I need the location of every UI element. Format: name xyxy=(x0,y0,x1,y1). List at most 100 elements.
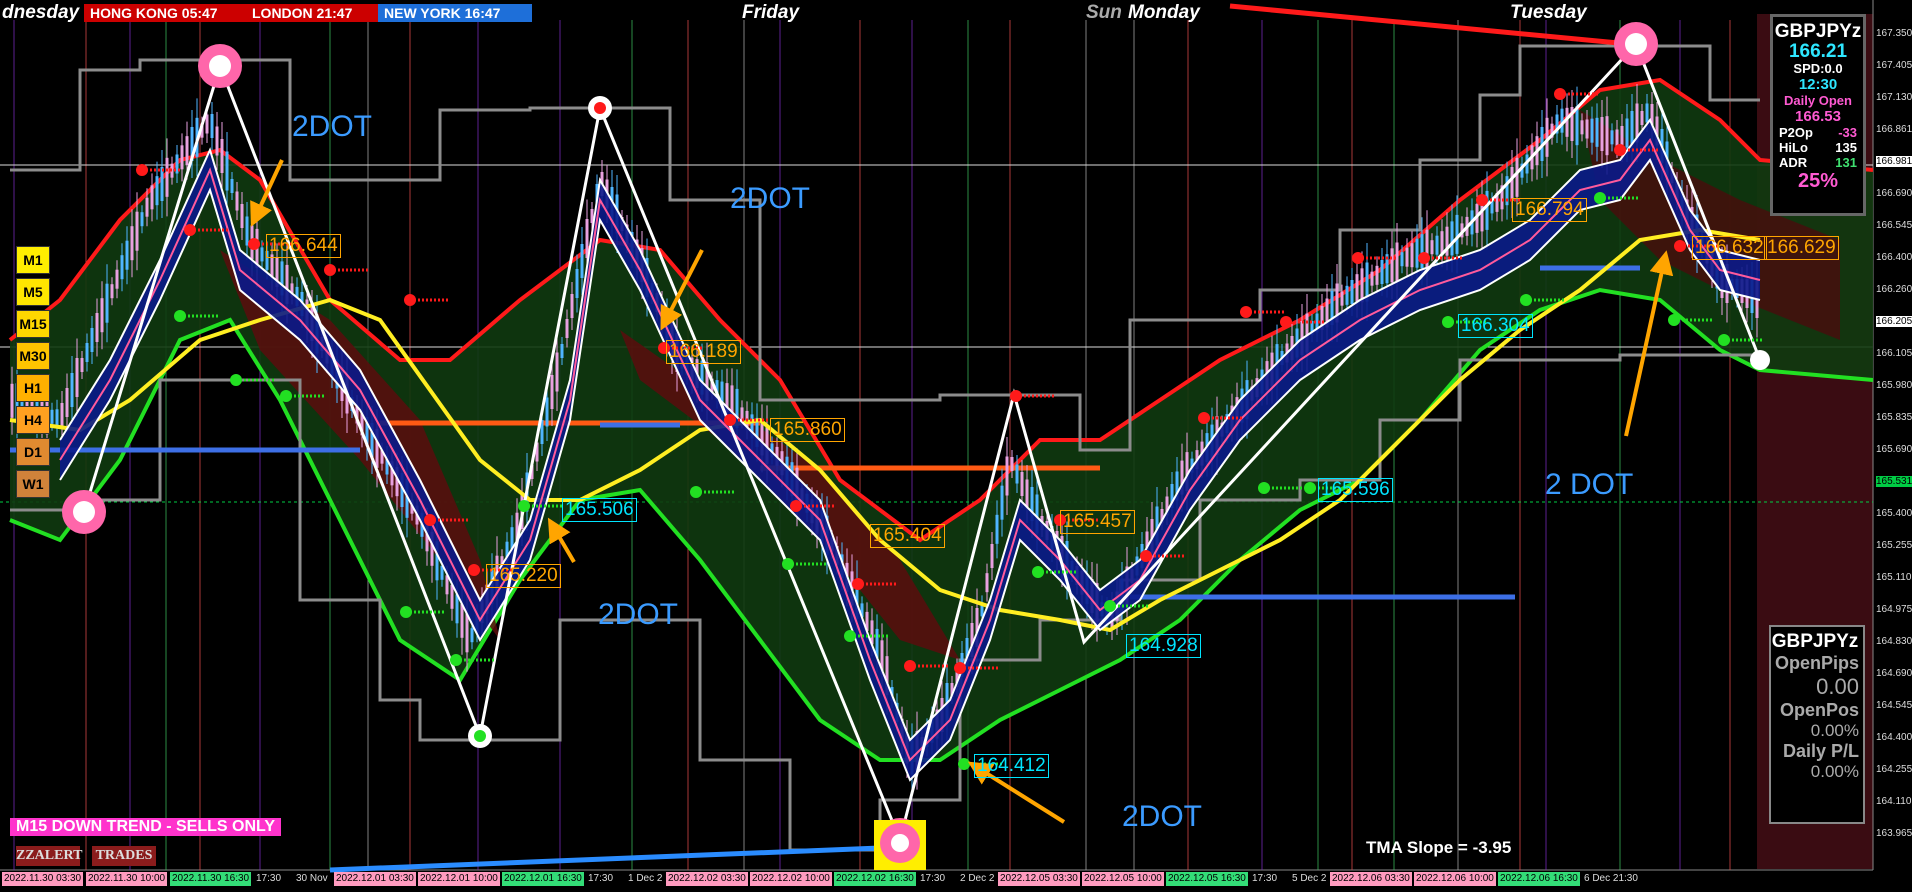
time-tick: 2022.12.01 10:00 xyxy=(418,872,500,886)
time-tick: 2022.12.02 16:30 xyxy=(834,872,916,886)
clock-hong-kong: HONG KONG 05:47 xyxy=(84,4,246,22)
candle-body xyxy=(260,247,264,262)
candle-body xyxy=(1450,221,1454,256)
candle-body xyxy=(145,197,149,217)
candle-body xyxy=(1575,106,1579,146)
acct-openpips-label: OpenPips xyxy=(1774,653,1859,673)
day-label-sun: Sun xyxy=(1086,2,1122,23)
acct-dailypl-label: Daily P/L xyxy=(1782,741,1859,761)
price-tick: 167.405 xyxy=(1876,60,1912,71)
trades-button[interactable]: TRADES xyxy=(92,846,156,866)
candle-body xyxy=(1435,235,1439,255)
price-label: 166.644 xyxy=(266,234,341,258)
timeframe-m1[interactable]: M1 xyxy=(16,246,50,274)
time-tick: 2022.12.02 10:00 xyxy=(750,872,832,886)
price-tick: 166.260 xyxy=(1876,284,1912,295)
timeframe-h1[interactable]: H1 xyxy=(16,374,50,402)
timeframe-m5[interactable]: M5 xyxy=(16,278,50,306)
candle-body xyxy=(570,294,574,318)
info-time: 12:30 xyxy=(1798,76,1838,93)
candle-body xyxy=(1020,472,1024,496)
candle-body xyxy=(1400,252,1404,267)
price-tick: 166.690 xyxy=(1876,188,1912,199)
timeframe-m30[interactable]: M30 xyxy=(16,342,50,370)
candle-body xyxy=(1000,485,1004,520)
candle-body xyxy=(1360,268,1364,303)
info-hilo-label: HiLo xyxy=(1779,140,1808,155)
candle-body xyxy=(165,157,169,197)
price-label: 165.220 xyxy=(486,564,561,588)
swing-marker-inner xyxy=(1625,33,1647,55)
info-price: 166.21 xyxy=(1788,41,1848,62)
candle-body xyxy=(120,255,124,280)
swing-marker-dot xyxy=(474,730,486,742)
time-tick: 6 Dec 21:30 xyxy=(1584,873,1638,884)
time-tick: 1 Dec 2 xyxy=(628,873,663,884)
candle-body xyxy=(80,358,84,372)
candle-body xyxy=(60,403,64,427)
price-tick: 165.690 xyxy=(1876,444,1912,455)
candle-body xyxy=(450,584,454,609)
price-tick: 166.205 xyxy=(1876,316,1912,327)
candle-body xyxy=(210,114,214,138)
time-tick: 2022.12.06 10:00 xyxy=(1414,872,1496,886)
price-tick: 166.981 xyxy=(1876,156,1912,167)
price-chart[interactable] xyxy=(0,0,1912,892)
price-tick: 164.110 xyxy=(1876,796,1912,807)
candle-body xyxy=(580,244,584,278)
timeframe-w1[interactable]: W1 xyxy=(16,470,50,498)
acct-openpos-label: OpenPos xyxy=(1779,700,1859,720)
candle-body xyxy=(1355,274,1359,304)
candle-body xyxy=(100,298,104,333)
time-tick: 30 Nov xyxy=(296,873,328,884)
account-panel: GBPJPYz OpenPips 0.00 OpenPos 0.00% Dail… xyxy=(1769,625,1865,824)
candle-body xyxy=(1415,238,1419,268)
candle-body xyxy=(1565,107,1569,137)
info-daily-open-label: Daily Open xyxy=(1784,93,1852,108)
candle-body xyxy=(1405,247,1409,267)
time-tick: 17:30 xyxy=(920,873,946,884)
candle-body xyxy=(1390,248,1394,283)
price-label: 166.794 xyxy=(1512,198,1587,222)
candle-body xyxy=(105,283,109,323)
candle-body xyxy=(1585,119,1589,139)
candle-body xyxy=(560,344,564,358)
price-tick: 164.400 xyxy=(1876,732,1912,743)
time-tick: 5 Dec 2 xyxy=(1292,873,1327,884)
dot-label-4: 2DOT xyxy=(1122,800,1203,833)
candle-body xyxy=(205,114,209,134)
candle-body xyxy=(585,219,589,258)
candle-body xyxy=(1010,457,1014,471)
price-label: 164.412 xyxy=(974,754,1049,778)
candle-body xyxy=(565,319,569,338)
timeframe-h4[interactable]: H4 xyxy=(16,406,50,434)
time-tick: 2022.12.01 16:30 xyxy=(502,872,584,886)
candle-body xyxy=(1600,117,1604,151)
candle-body xyxy=(65,388,69,417)
candle-body xyxy=(990,544,994,568)
info-percent: 25% xyxy=(1797,170,1839,192)
price-label: 166.189 xyxy=(666,340,741,364)
dot-label-2: 2DOT xyxy=(730,182,811,215)
candle-body xyxy=(125,240,129,270)
candle-body xyxy=(1005,456,1009,496)
time-tick: 2022.12.06 16:30 xyxy=(1498,872,1580,886)
candle-body xyxy=(235,191,239,211)
price-tick: 164.255 xyxy=(1876,764,1912,775)
candle-body xyxy=(1015,464,1019,484)
timeframe-m15[interactable]: M15 xyxy=(16,310,50,338)
price-label: 166.629 xyxy=(1764,236,1839,260)
candle-body xyxy=(215,126,219,156)
dot-label-1: 2DOT xyxy=(292,110,373,143)
zzalert-button[interactable]: ZZALERT xyxy=(16,846,82,866)
candle-body xyxy=(220,139,224,173)
candle-body xyxy=(1560,108,1564,133)
swing-marker-inner xyxy=(209,55,231,77)
candle-body xyxy=(135,211,139,251)
candle-body xyxy=(140,212,144,227)
price-label: 166.304 xyxy=(1458,314,1533,338)
price-tick: 167.350 xyxy=(1876,28,1912,39)
info-hilo: 135 xyxy=(1835,140,1857,155)
timeframe-d1[interactable]: D1 xyxy=(16,438,50,466)
partial-day-label: dnesday xyxy=(2,2,80,23)
